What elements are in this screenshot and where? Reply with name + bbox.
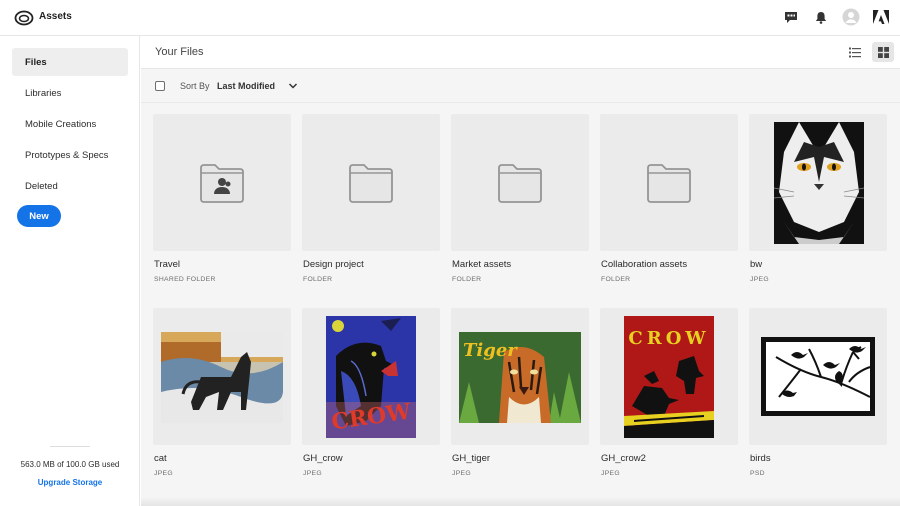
file-name: GH_tiger (452, 453, 491, 464)
thumbnail: Tiger (451, 308, 589, 445)
file-type: FOLDER (452, 276, 482, 283)
file-name: Market assets (452, 259, 512, 270)
app-title: Assets (39, 11, 72, 22)
new-button[interactable]: New (17, 205, 61, 227)
sidebar-item-prototypes-specs[interactable]: Prototypes & Specs (12, 141, 128, 169)
file-card-cat[interactable]: cat JPEG (153, 308, 291, 477)
file-type: JPEG (154, 470, 173, 477)
bell-icon[interactable] (812, 8, 830, 26)
sidebar: Files Libraries Mobile Creations Prototy… (0, 36, 140, 506)
chat-icon[interactable] (782, 8, 800, 26)
file-card-collaboration-assets[interactable]: Collaboration assets FOLDER (600, 114, 738, 283)
file-type: FOLDER (303, 276, 333, 283)
file-card-gh-crow2[interactable]: CROW GH_crow2 JPEG (600, 308, 738, 477)
thumbnail: CROW (600, 308, 738, 445)
sort-bar: Sort By Last Modified (141, 69, 900, 103)
sidebar-item-mobile-creations[interactable]: Mobile Creations (12, 110, 128, 138)
file-type: FOLDER (601, 276, 631, 283)
sidebar-item-libraries[interactable]: Libraries (12, 79, 128, 107)
file-name: Design project (303, 259, 364, 270)
file-name: GH_crow (303, 453, 343, 464)
adobe-logo-icon[interactable] (872, 8, 890, 26)
page-title: Your Files (155, 46, 204, 58)
tiger-poster-image: Tiger (459, 332, 581, 423)
file-card-gh-crow[interactable]: CROW GH_crow JPEG (302, 308, 440, 477)
thumbnail (302, 114, 440, 251)
main-content: Your Files Sort By Last Modified Travel … (141, 36, 900, 506)
file-card-design-project[interactable]: Design project FOLDER (302, 114, 440, 283)
file-type: JPEG (452, 470, 471, 477)
sidebar-item-deleted[interactable]: Deleted (12, 172, 128, 200)
file-card-birds[interactable]: birds PSD (749, 308, 887, 477)
birds-silhouette-image (761, 337, 875, 416)
thumbnail (153, 308, 291, 445)
cat-painting-image (161, 332, 283, 423)
file-type: JPEG (601, 470, 620, 477)
tiger-poster-text: Tiger (463, 340, 518, 361)
folder-icon (647, 164, 691, 203)
file-type: SHARED FOLDER (154, 276, 216, 283)
file-card-market-assets[interactable]: Market assets FOLDER (451, 114, 589, 283)
file-card-bw[interactable]: bw JPEG (749, 114, 887, 283)
divider (50, 446, 90, 447)
top-bar: Assets (0, 0, 900, 36)
grid-view-button[interactable] (872, 42, 894, 62)
crow2-poster-text: CROW (628, 328, 709, 349)
sidebar-item-files[interactable]: Files (12, 48, 128, 76)
sort-by-label: Sort By (180, 81, 210, 91)
select-all-checkbox[interactable] (155, 81, 165, 91)
crow2-poster-image: CROW (624, 316, 714, 438)
file-name: bw (750, 259, 763, 270)
folder-icon (349, 164, 393, 203)
file-grid: Travel SHARED FOLDER Design project FOLD… (141, 103, 900, 506)
file-type: JPEG (303, 470, 322, 477)
shared-folder-icon (200, 164, 244, 203)
thumbnail (600, 114, 738, 251)
thumbnail (451, 114, 589, 251)
file-card-travel[interactable]: Travel SHARED FOLDER (153, 114, 291, 283)
file-name: GH_crow2 (601, 453, 646, 464)
avatar[interactable] (842, 8, 860, 26)
file-name: birds (750, 453, 771, 464)
thumbnail (153, 114, 291, 251)
file-type: PSD (750, 470, 765, 477)
sort-value[interactable]: Last Modified (217, 81, 275, 91)
file-name: Collaboration assets (601, 259, 688, 270)
page-header: Your Files (141, 36, 900, 69)
chevron-down-icon[interactable] (288, 81, 298, 91)
folder-icon (498, 164, 542, 203)
file-type: JPEG (750, 276, 769, 283)
thumbnail (749, 114, 887, 251)
file-card-gh-tiger[interactable]: Tiger GH_tiger JPEG (451, 308, 589, 477)
list-view-icon (849, 47, 861, 57)
grid-view-icon (877, 46, 889, 58)
storage-usage: 563.0 MB of 100.0 GB used (20, 460, 120, 469)
scroll-fade (141, 497, 900, 506)
file-name: Travel (154, 259, 181, 270)
crow-poster-image: CROW (326, 316, 416, 438)
thumbnail: CROW (302, 308, 440, 445)
bw-cat-image (774, 122, 864, 244)
list-view-button[interactable] (844, 42, 866, 62)
file-name: cat (154, 453, 167, 464)
upgrade-storage-link[interactable]: Upgrade Storage (0, 478, 140, 487)
thumbnail (749, 308, 887, 445)
creative-cloud-icon[interactable] (14, 9, 34, 27)
